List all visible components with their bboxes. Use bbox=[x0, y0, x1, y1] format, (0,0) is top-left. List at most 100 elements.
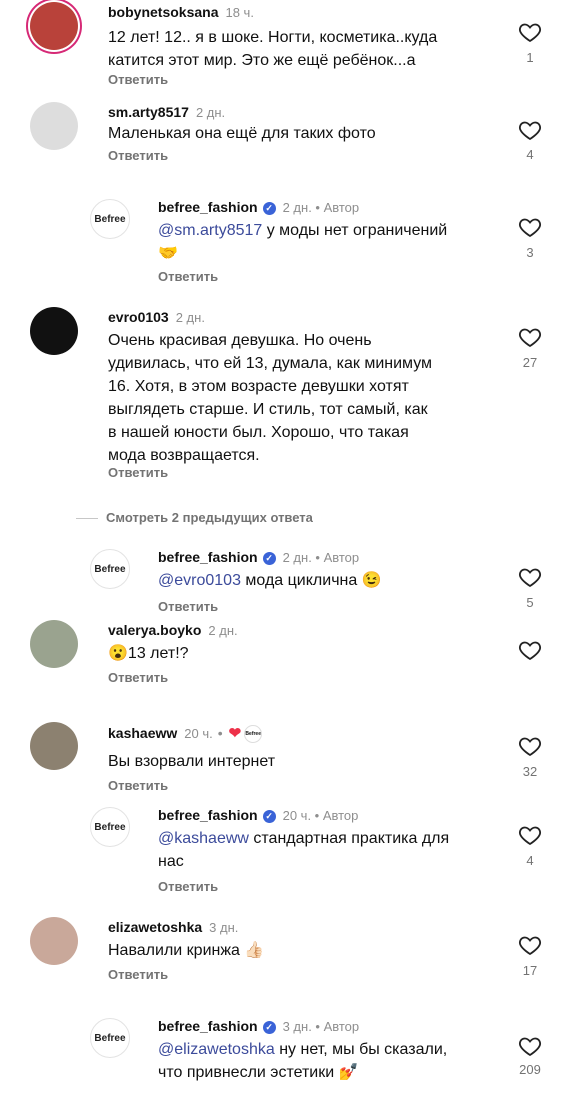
username[interactable]: bobynetsoksana bbox=[108, 4, 218, 20]
comment-header: elizawetoshka 3 дн. bbox=[108, 919, 238, 935]
timestamp: 20 ч. bbox=[282, 808, 312, 823]
avatar[interactable]: Befree bbox=[90, 1018, 130, 1058]
comment-header: befree_fashion ✓ 20 ч. • Автор bbox=[158, 807, 358, 823]
author-mini-avatar: Befree bbox=[244, 725, 263, 744]
comment-text: @sm.arty8517 у моды нет ограничений 🤝 bbox=[158, 219, 447, 265]
timestamp: 2 дн. bbox=[282, 200, 312, 215]
comment-body: 12 лет! 12.. я в шоке. Ногти, косметика.… bbox=[108, 29, 438, 69]
mention-link[interactable]: @elizawetoshka bbox=[158, 1041, 275, 1058]
like-heart-icon[interactable] bbox=[517, 1034, 543, 1058]
timestamp: 20 ч. bbox=[184, 726, 213, 741]
timestamp: 3 дн. bbox=[209, 920, 239, 935]
avatar[interactable]: Befree bbox=[90, 549, 130, 589]
like-heart-icon[interactable] bbox=[517, 325, 543, 349]
mention-link[interactable]: @kashaeww bbox=[158, 830, 249, 847]
comment-header: sm.arty8517 2 дн. bbox=[108, 104, 225, 120]
timestamp: 3 дн. bbox=[282, 1019, 312, 1034]
timestamp: 2 дн. bbox=[195, 105, 226, 120]
like-count: 4 bbox=[526, 853, 534, 868]
like-heart-icon[interactable] bbox=[517, 638, 543, 662]
timestamp: 18 ч. bbox=[225, 5, 254, 20]
username[interactable]: kashaeww bbox=[108, 725, 177, 741]
comment-body: Очень красивая девушка. Но очень удивила… bbox=[108, 332, 433, 464]
comment: valerya.boyko 2 дн. 😮13 лет!? Ответить bbox=[0, 618, 575, 718]
like-count: 27 bbox=[522, 355, 538, 370]
reply-comment: Befree befree_fashion ✓ 20 ч. • Автор @kasha… bbox=[0, 803, 575, 903]
reply-button[interactable]: Ответить bbox=[158, 599, 218, 614]
like-heart-icon[interactable] bbox=[517, 933, 543, 957]
reply-button[interactable]: Ответить bbox=[108, 72, 168, 87]
verified-badge-icon: ✓ bbox=[262, 809, 276, 823]
like-count: 5 bbox=[526, 595, 534, 610]
comment-body: 😮13 лет!? bbox=[108, 645, 189, 662]
avatar[interactable] bbox=[30, 307, 78, 355]
timestamp: 2 дн. bbox=[175, 310, 205, 325]
avatar[interactable]: Befree bbox=[90, 199, 130, 239]
comment-body: у моды нет ограничений bbox=[262, 222, 448, 239]
avatar[interactable] bbox=[30, 917, 78, 965]
comment-text: Очень красивая девушка. Но очень удивила… bbox=[108, 329, 432, 467]
comment-text: 12 лет! 12.. я в шоке. Ногти, косметика.… bbox=[108, 26, 437, 72]
username[interactable]: befree_fashion bbox=[158, 549, 258, 565]
verified-badge-icon: ✓ bbox=[262, 201, 276, 215]
like-heart-icon[interactable] bbox=[517, 215, 543, 239]
username[interactable]: elizawetoshka bbox=[108, 919, 202, 935]
like-count: 3 bbox=[526, 245, 534, 260]
username[interactable]: valerya.boyko bbox=[108, 622, 201, 638]
avatar[interactable] bbox=[30, 722, 78, 770]
emoji: 🤝 bbox=[158, 245, 178, 262]
avatar[interactable] bbox=[30, 102, 78, 150]
username[interactable]: evro0103 bbox=[108, 309, 169, 325]
like-count: 4 bbox=[526, 147, 534, 162]
comment-header: evro0103 2 дн. bbox=[108, 309, 205, 325]
reply-comment: Befree befree_fashion ✓ 2 дн. • Автор @sm.ar… bbox=[0, 195, 575, 295]
avatar[interactable]: Befree bbox=[90, 807, 130, 847]
comment-header: befree_fashion ✓ 3 дн. • Автор bbox=[158, 1018, 359, 1034]
reply-button[interactable]: Ответить bbox=[108, 670, 168, 685]
comment: bobynetsoksana 18 ч. 12 лет! 12.. я в шоке… bbox=[0, 0, 575, 100]
username[interactable]: befree_fashion bbox=[158, 1018, 258, 1034]
like-count: 17 bbox=[522, 963, 538, 978]
reply-button[interactable]: Ответить bbox=[158, 269, 218, 284]
avatar[interactable] bbox=[30, 620, 78, 668]
comment-header: befree_fashion ✓ 2 дн. • Автор bbox=[158, 199, 359, 215]
comment-text: Вы взорвали интернет bbox=[108, 750, 275, 773]
username[interactable]: sm.arty8517 bbox=[108, 104, 189, 120]
reply-button[interactable]: Ответить bbox=[108, 778, 168, 793]
liked-by-author-heart-icon: ❤ bbox=[228, 725, 242, 742]
timestamp: 2 дн. bbox=[208, 623, 238, 638]
separator-dot: • bbox=[217, 725, 223, 741]
comment: sm.arty8517 2 дн. Маленькая она ещё для та… bbox=[0, 100, 575, 200]
like-heart-icon[interactable] bbox=[517, 823, 543, 847]
verified-badge-icon: ✓ bbox=[262, 1020, 276, 1034]
like-heart-icon[interactable] bbox=[517, 118, 543, 142]
like-heart-icon[interactable] bbox=[517, 20, 543, 44]
comment-header: kashaeww 20 ч. • ❤ Befree bbox=[108, 724, 263, 744]
like-count: 32 bbox=[522, 764, 538, 779]
comment-header: valerya.boyko 2 дн. bbox=[108, 622, 238, 638]
comment-text: @kashaeww стандартная практика для нас bbox=[158, 827, 449, 873]
like-count: 1 bbox=[526, 50, 534, 65]
reply-button[interactable]: Ответить bbox=[108, 967, 168, 982]
reply-button[interactable]: Ответить bbox=[108, 148, 168, 163]
comment-body: Вы взорвали интернет bbox=[108, 753, 276, 770]
reply-button[interactable]: Ответить bbox=[108, 465, 168, 480]
view-previous-label[interactable]: Смотреть 2 предыдущих ответа bbox=[106, 510, 313, 525]
comment-header: bobynetsoksana 18 ч. bbox=[108, 4, 254, 20]
reply-button[interactable]: Ответить bbox=[158, 879, 218, 894]
like-heart-icon[interactable] bbox=[517, 565, 543, 589]
view-previous-replies[interactable]: Смотреть 2 предыдущих ответа bbox=[0, 510, 575, 530]
mention-link[interactable]: @evro0103 bbox=[158, 572, 241, 589]
comment-body: Маленькая она ещё для таких фото bbox=[108, 125, 376, 142]
like-heart-icon[interactable] bbox=[517, 734, 543, 758]
username[interactable]: befree_fashion bbox=[158, 199, 258, 215]
mention-link[interactable]: @sm.arty8517 bbox=[158, 222, 262, 239]
username[interactable]: befree_fashion bbox=[158, 807, 258, 823]
like-count: 209 bbox=[519, 1062, 541, 1077]
comment: evro0103 2 дн. Очень красивая девушка. Но … bbox=[0, 305, 575, 480]
comment: elizawetoshka 3 дн. Навалили кринжа 👍🏻 Отве… bbox=[0, 915, 575, 1015]
timestamp: 2 дн. bbox=[282, 550, 312, 565]
divider-line bbox=[76, 518, 98, 519]
comment-text: 😮13 лет!? bbox=[108, 642, 189, 665]
avatar[interactable] bbox=[30, 2, 78, 50]
